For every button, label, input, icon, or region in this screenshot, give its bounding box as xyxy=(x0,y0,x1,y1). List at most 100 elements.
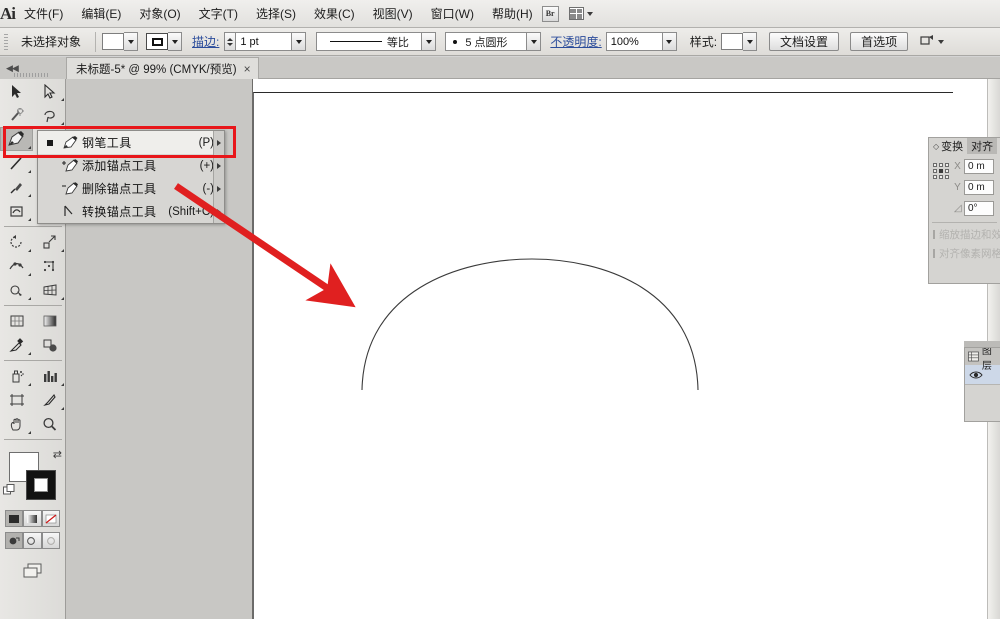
brush-definition-control[interactable]: 5 点圆形 xyxy=(445,32,541,51)
pen-tool[interactable] xyxy=(0,127,33,151)
graphic-style-swatch[interactable] xyxy=(721,33,743,50)
width-tool[interactable] xyxy=(0,254,33,278)
default-fill-stroke-icon[interactable] xyxy=(3,484,15,495)
tab-transform[interactable]: ◇ 变换 xyxy=(929,138,967,154)
control-bar-overflow-button[interactable] xyxy=(920,35,944,48)
flyout-item-pen-tool[interactable]: 钢笔工具 (P) xyxy=(38,131,224,154)
graphic-style-control[interactable] xyxy=(721,32,757,51)
stroke-dropdown-button[interactable] xyxy=(168,32,182,51)
stroke-weight-stepper[interactable] xyxy=(224,32,235,51)
rotate-tool[interactable] xyxy=(0,230,33,254)
selection-tool[interactable] xyxy=(0,79,33,103)
menu-select[interactable]: 选择(S) xyxy=(247,0,305,28)
draw-inside-button[interactable] xyxy=(42,532,60,549)
stroke-weight-control[interactable]: 1 pt xyxy=(224,32,306,51)
fill-swatch[interactable] xyxy=(102,33,124,50)
menu-window[interactable]: 窗口(W) xyxy=(422,0,483,28)
arrange-documents-button[interactable] xyxy=(569,7,593,20)
align-pixel-grid-checkbox-row[interactable]: 对齐像素网格 xyxy=(929,246,1000,261)
draw-normal-button[interactable] xyxy=(5,532,23,549)
stroke-profile-preview[interactable]: 等比 xyxy=(316,32,422,51)
menu-view[interactable]: 视图(V) xyxy=(364,0,422,28)
menu-effect[interactable]: 效果(C) xyxy=(305,0,364,28)
scale-strokes-effects-checkbox[interactable] xyxy=(933,230,935,239)
line-segment-tool[interactable] xyxy=(0,151,33,175)
document-tab[interactable]: 未标题-5* @ 99% (CMYK/预览) × xyxy=(66,57,259,79)
flyout-tearoff-handle[interactable] xyxy=(213,154,224,177)
stroke-swatch[interactable] xyxy=(146,33,168,50)
fill-dropdown-button[interactable] xyxy=(124,32,138,51)
scale-strokes-effects-checkbox-row[interactable]: 缩放描边和效果 xyxy=(929,227,1000,242)
document-tab-label: 未标题-5* @ 99% (CMYK/预览) xyxy=(76,61,237,77)
close-icon[interactable]: × xyxy=(244,63,251,75)
go-to-bridge-icon[interactable]: Br xyxy=(542,6,559,22)
fill-color-control[interactable] xyxy=(102,32,138,51)
hand-tool[interactable] xyxy=(0,412,33,436)
document-setup-button[interactable]: 文档设置 xyxy=(769,32,839,51)
menu-edit[interactable]: 编辑(E) xyxy=(72,0,130,28)
symbol-sprayer-tool[interactable] xyxy=(0,364,33,388)
slice-tool[interactable] xyxy=(33,388,66,412)
stroke-profile-dropdown-button[interactable] xyxy=(422,32,436,51)
blend-tool[interactable] xyxy=(33,333,66,357)
stroke-profile-control[interactable]: 等比 xyxy=(316,32,436,51)
flyout-item-delete-anchor-point-tool[interactable]: 删除锚点工具 (-) xyxy=(38,177,224,200)
tab-align[interactable]: 对齐 xyxy=(967,138,997,154)
transform-angle-field[interactable]: ◿ 0° xyxy=(954,201,994,216)
flyout-tearoff-handle[interactable] xyxy=(213,200,224,223)
opacity-control[interactable]: 100% xyxy=(606,32,677,51)
y-input[interactable]: 0 m xyxy=(964,180,994,195)
perspective-grid-tool[interactable] xyxy=(33,278,66,302)
zoom-tool[interactable] xyxy=(33,412,66,436)
control-bar-grip[interactable] xyxy=(4,34,8,50)
scale-tool[interactable] xyxy=(33,230,66,254)
toolbar-drag-grip[interactable] xyxy=(14,73,50,77)
preferences-button[interactable]: 首选项 xyxy=(850,32,908,51)
angle-input[interactable]: 0° xyxy=(964,201,994,216)
flyout-item-convert-anchor-point-tool[interactable]: 转换锚点工具 (Shift+C) xyxy=(38,200,224,223)
stroke-color-control[interactable] xyxy=(146,32,182,51)
flyout-tearoff-handle[interactable] xyxy=(213,177,224,200)
gradient-tool[interactable] xyxy=(33,309,66,333)
opacity-panel-link[interactable]: 不透明度: xyxy=(550,33,601,50)
transform-y-field[interactable]: Y 0 m xyxy=(954,180,994,195)
free-transform-tool[interactable] xyxy=(33,254,66,278)
menu-object[interactable]: 对象(O) xyxy=(130,0,189,28)
stroke-panel-link[interactable]: 描边: xyxy=(192,33,219,50)
paintbrush-tool[interactable] xyxy=(0,175,33,199)
brush-definition-preview[interactable]: 5 点圆形 xyxy=(445,32,527,51)
stroke-color-swatch[interactable] xyxy=(26,470,56,500)
transform-x-field[interactable]: X 0 m xyxy=(954,159,994,174)
none-mode-button[interactable] xyxy=(42,510,60,527)
eyedropper-tool[interactable] xyxy=(0,333,33,357)
stroke-weight-input[interactable]: 1 pt xyxy=(235,32,292,51)
artboard-tool[interactable] xyxy=(0,388,33,412)
gradient-mode-button[interactable] xyxy=(23,510,41,527)
align-pixel-grid-checkbox[interactable] xyxy=(933,249,935,258)
opacity-dropdown-button[interactable] xyxy=(663,32,677,51)
blob-brush-tool[interactable] xyxy=(0,199,33,223)
collapse-panel-icon[interactable]: ◀◀ xyxy=(6,63,18,74)
lasso-tool[interactable] xyxy=(33,103,66,127)
column-graph-tool[interactable] xyxy=(33,364,66,388)
mesh-tool[interactable] xyxy=(0,309,33,333)
reference-point-selector[interactable] xyxy=(933,163,949,216)
screen-mode-button[interactable] xyxy=(0,563,65,579)
flyout-tearoff-handle[interactable] xyxy=(213,131,224,154)
direct-selection-tool[interactable] xyxy=(33,79,66,103)
x-input[interactable]: 0 m xyxy=(964,159,994,174)
color-mode-button[interactable] xyxy=(5,510,23,527)
flyout-item-add-anchor-point-tool[interactable]: 添加锚点工具 (+) xyxy=(38,154,224,177)
brush-definition-dropdown-button[interactable] xyxy=(527,32,541,51)
menu-help[interactable]: 帮助(H) xyxy=(483,0,542,28)
opacity-input[interactable]: 100% xyxy=(606,32,663,51)
graphic-style-dropdown-button[interactable] xyxy=(743,32,757,51)
swap-fill-stroke-icon[interactable]: ⇄ xyxy=(53,448,62,461)
shape-builder-tool[interactable] xyxy=(0,278,33,302)
draw-behind-button[interactable] xyxy=(23,532,41,549)
menu-type[interactable]: 文字(T) xyxy=(190,0,247,28)
magic-wand-tool[interactable] xyxy=(0,103,33,127)
stroke-weight-dropdown-button[interactable] xyxy=(292,32,306,51)
eye-visibility-icon[interactable] xyxy=(969,370,983,380)
menu-file[interactable]: 文件(F) xyxy=(15,0,72,28)
